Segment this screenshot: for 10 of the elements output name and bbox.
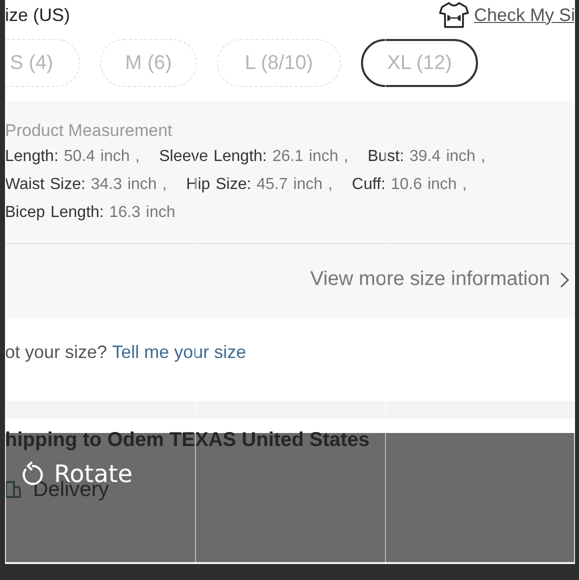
check-my-size-link[interactable]: Check My Si	[474, 4, 575, 26]
measurement-title: Product Measurement	[5, 120, 174, 142]
section-title: ize (US)	[5, 4, 70, 26]
view-more-link[interactable]: View more size information	[310, 268, 550, 291]
truck-icon	[5, 480, 21, 500]
tell-size-link[interactable]: Tell me your size	[112, 342, 246, 362]
size-prompt: ot your size?	[5, 342, 108, 362]
tshirt-icon	[438, 1, 469, 29]
chevron-right-icon	[560, 272, 569, 288]
measurement-text: Length: 50.4 inch , Sleeve Length: 26.1 inch , Bust: 39.4 inch , Waist Size: 34.3 inch , Hip Size: 45.7 inch , Cuff: 10.6 inch , Bicep Length: 16.3 inch	[5, 147, 486, 223]
